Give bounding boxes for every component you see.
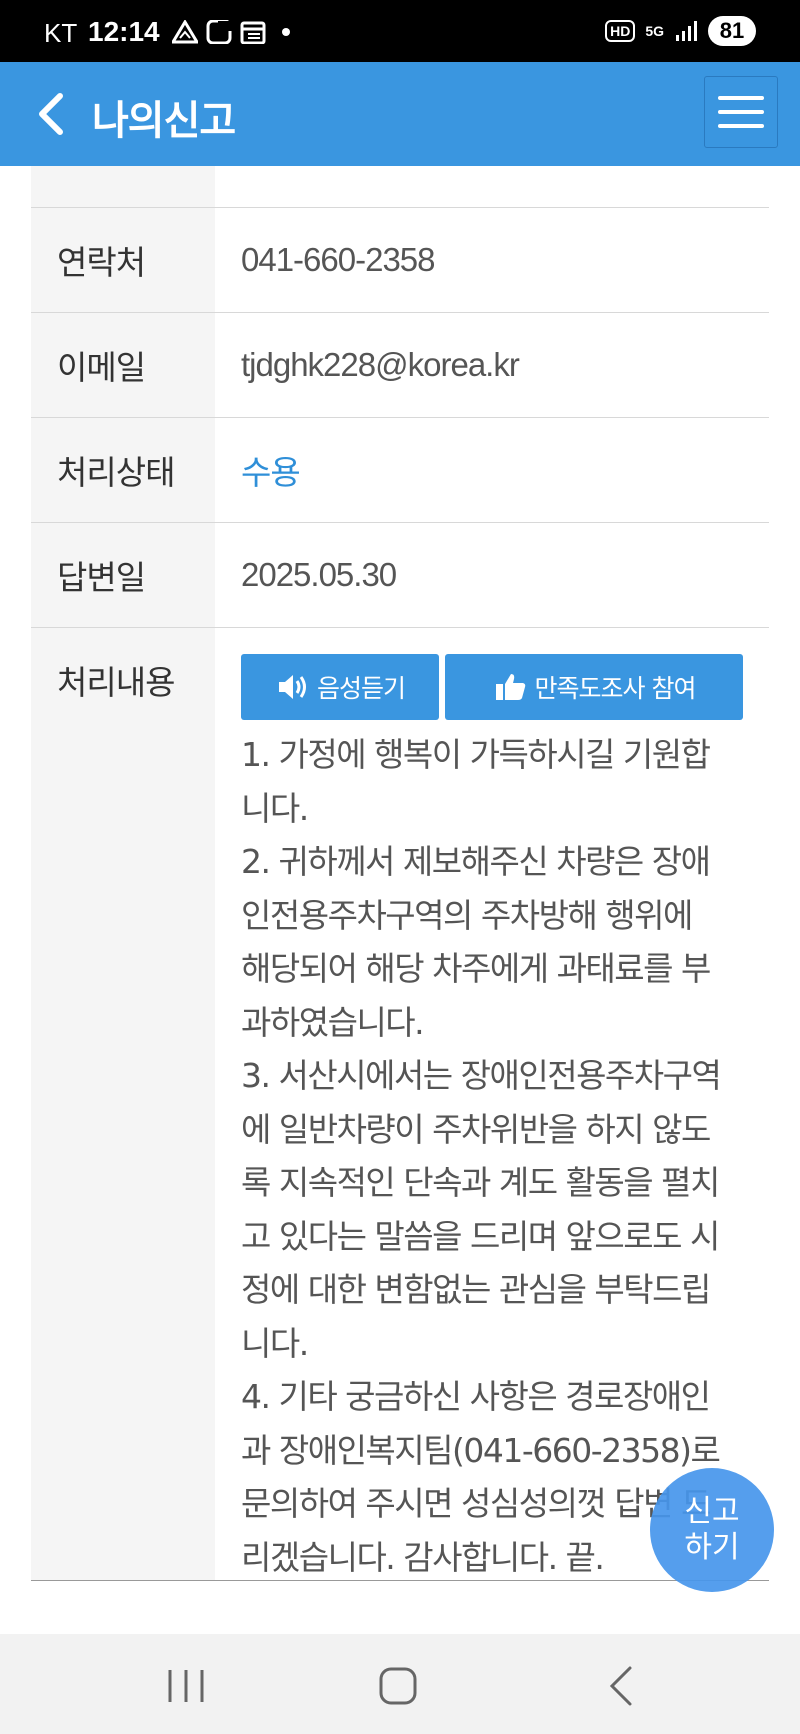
table-row-partial	[31, 166, 769, 208]
dot-icon	[282, 28, 290, 36]
clock-time: 12:14	[88, 16, 160, 47]
detail-line: 록 지속적인 단속과 계도 활동을 펼치	[241, 1163, 720, 1202]
recent-apps-icon[interactable]	[156, 1664, 216, 1708]
battery-indicator: 81	[708, 16, 756, 46]
status-value: 수용	[241, 453, 301, 492]
answer-date-value: 2025.05.30	[241, 556, 397, 593]
table-row-email: 이메일 tjdghk228@korea.kr	[31, 313, 769, 418]
app-header: 나의신고	[0, 62, 800, 166]
detail-line: 니다.	[241, 788, 309, 828]
email-label: 이메일	[31, 313, 215, 417]
hamburger-line	[718, 110, 764, 114]
system-nav-bar	[0, 1634, 800, 1734]
voice-listen-label: 음성듣기	[316, 674, 406, 703]
hd-badge: HD	[605, 20, 636, 42]
answer-date-label: 답변일	[31, 523, 215, 627]
detail-line: 2. 귀하께서 제보해주신 차량은 장애	[241, 842, 711, 881]
detail-label: 처리내용	[31, 628, 215, 1580]
status-bar: KT 12:14 HD 5G 81	[0, 0, 800, 62]
detail-line: 고 있다는 말씀을 드리며 앞으로도 시	[241, 1216, 720, 1256]
calendar-icon	[240, 21, 266, 44]
table-row-status: 처리상태 수용	[31, 418, 769, 523]
detail-line: 에 일반차량이 주차위반을 하지 않도	[241, 1109, 711, 1149]
fab-label-line1: 신고	[684, 1494, 740, 1529]
notification-icons	[172, 20, 290, 44]
speaker-icon	[278, 675, 306, 699]
row-value	[215, 166, 769, 207]
report-fab-button[interactable]: 신고 하기	[650, 1468, 774, 1592]
app-c-icon	[206, 20, 232, 44]
detail-value: 음성듣기 만족도조사 참여 1. 가정에 행복이 가득하시길 기원합 니다. 2…	[215, 628, 769, 1580]
detail-line: 1. 가정에 행복이 가득하시길 기원합	[241, 735, 711, 774]
system-icons: HD 5G 81	[605, 16, 756, 46]
detail-line: 니다.	[241, 1323, 309, 1363]
hamburger-line	[718, 124, 764, 128]
detail-line: 인전용주차구역의 주차방해 행위에	[241, 895, 693, 935]
table-row-contact: 연락처 041-660-2358	[31, 208, 769, 313]
back-icon[interactable]	[592, 1664, 652, 1708]
signal-icon	[676, 21, 697, 41]
detail-line: 4. 기타 궁금하신 사항은 경로장애인	[241, 1377, 711, 1416]
detail-line: 과 장애인복지팀(041-660-2358)로	[241, 1430, 721, 1470]
network-5g-label: 5G	[645, 23, 664, 39]
table-row-answer-date: 답변일 2025.05.30	[31, 523, 769, 628]
contact-value: 041-660-2358	[241, 241, 436, 278]
detail-line: 3. 서산시에서는 장애인전용주차구역	[241, 1056, 722, 1095]
survey-button[interactable]: 만족도조사 참여	[445, 654, 743, 720]
home-icon[interactable]	[368, 1664, 428, 1708]
chevron-left-icon[interactable]	[28, 86, 76, 142]
contact-label: 연락처	[31, 208, 215, 312]
status-label: 처리상태	[31, 418, 215, 522]
report-detail-table: 연락처 041-660-2358 이메일 tjdghk228@korea.kr …	[31, 166, 769, 1581]
thumbs-up-icon	[495, 674, 525, 700]
warning-icon	[172, 20, 198, 44]
carrier-label: KT	[44, 18, 78, 48]
row-label	[31, 166, 215, 207]
email-value: tjdghk228@korea.kr	[241, 346, 520, 383]
detail-line: 정에 대한 변함없는 관심을 부탁드립	[241, 1270, 711, 1309]
survey-label: 만족도조사 참여	[534, 674, 697, 703]
detail-line: 과하였습니다.	[241, 1002, 425, 1042]
page-title: 나의신고	[92, 98, 236, 144]
detail-text: 1. 가정에 행복이 가득하시길 기원합 니다. 2. 귀하께서 제보해주신 차…	[241, 728, 741, 1584]
fab-label-line2: 하기	[684, 1530, 740, 1565]
voice-listen-button[interactable]: 음성듣기	[241, 654, 439, 720]
detail-button-group: 음성듣기 만족도조사 참여	[241, 654, 769, 720]
hamburger-menu-button[interactable]	[704, 76, 778, 148]
detail-line: 해당되어 해당 차주에게 과태료를 부	[241, 949, 711, 988]
table-row-detail: 처리내용 음성듣기 만족도조사 참여 1. 가정에 행복이 가득하시길 기원합 …	[31, 628, 769, 1581]
hamburger-icon	[718, 96, 764, 100]
